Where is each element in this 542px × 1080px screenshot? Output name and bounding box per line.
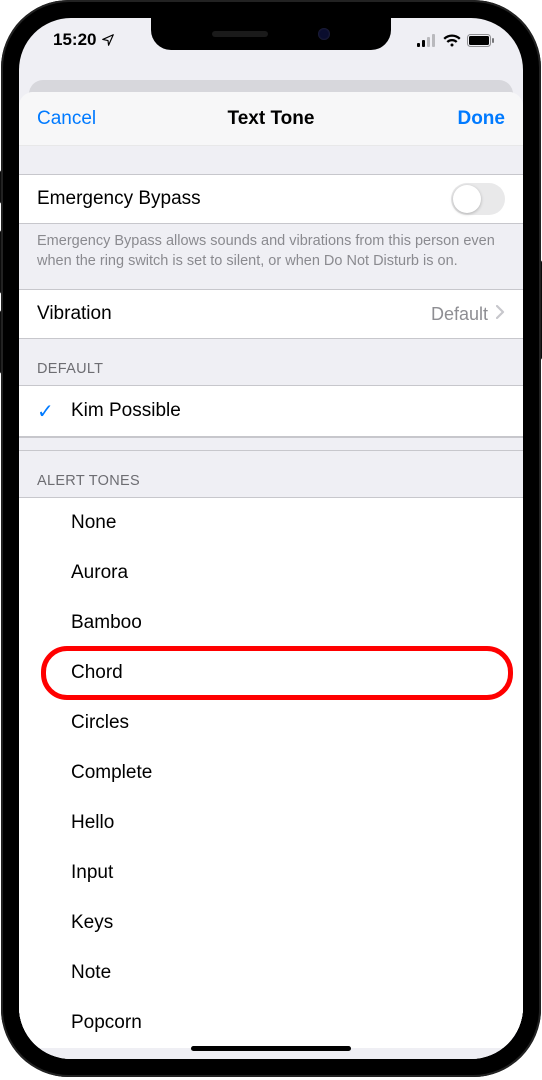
tone-row[interactable]: Popcorn bbox=[19, 998, 523, 1048]
cancel-button[interactable]: Cancel bbox=[37, 108, 127, 130]
content-scroll[interactable]: Emergency Bypass Emergency Bypass allows… bbox=[19, 146, 523, 1059]
section-spacer bbox=[19, 437, 523, 451]
alert-tones-section-header: ALERT TONES bbox=[19, 451, 523, 497]
tone-label: Hello bbox=[71, 812, 523, 834]
alert-tone-list: None Aurora Bamboo Chord Circles Complete Hell… bbox=[19, 497, 523, 1048]
vibration-label: Vibration bbox=[37, 303, 431, 325]
tone-row[interactable]: Keys bbox=[19, 898, 523, 948]
tone-label: Bamboo bbox=[71, 612, 523, 634]
tone-row[interactable]: ✓ Kim Possible bbox=[19, 386, 523, 436]
vibration-group: Vibration Default bbox=[19, 289, 523, 339]
tone-row[interactable]: Circles bbox=[19, 698, 523, 748]
navigation-bar: Cancel Text Tone Done bbox=[19, 92, 523, 146]
tone-label: Popcorn bbox=[71, 1012, 523, 1034]
tone-row[interactable]: Aurora bbox=[19, 548, 523, 598]
speaker-grille bbox=[212, 31, 268, 37]
vibration-value: Default bbox=[431, 304, 488, 325]
screen: 15:20 Cancel Text Tone bbox=[19, 18, 523, 1059]
page-title: Text Tone bbox=[228, 108, 315, 130]
emergency-bypass-toggle[interactable] bbox=[451, 183, 505, 215]
tone-row[interactable]: None bbox=[19, 498, 523, 548]
modal-sheet: Cancel Text Tone Done Emergency Bypass E… bbox=[19, 92, 523, 1059]
tone-row[interactable]: Hello bbox=[19, 798, 523, 848]
silence-switch bbox=[0, 170, 1, 204]
volume-down-button bbox=[0, 310, 1, 374]
emergency-bypass-footer: Emergency Bypass allows sounds and vibra… bbox=[19, 224, 523, 289]
tone-label: Circles bbox=[71, 712, 523, 734]
tone-label: Aurora bbox=[71, 562, 523, 584]
volume-up-button bbox=[0, 230, 1, 294]
tone-row[interactable]: Note bbox=[19, 948, 523, 998]
status-time: 15:20 bbox=[53, 30, 96, 50]
notch bbox=[151, 18, 391, 50]
battery-icon bbox=[467, 34, 495, 47]
tone-label: Keys bbox=[71, 912, 523, 934]
default-tone-list: ✓ Kim Possible bbox=[19, 385, 523, 437]
tone-row[interactable]: Input bbox=[19, 848, 523, 898]
home-indicator[interactable] bbox=[191, 1046, 351, 1051]
wifi-icon bbox=[443, 34, 461, 47]
tone-label: Kim Possible bbox=[71, 400, 523, 422]
vibration-row[interactable]: Vibration Default bbox=[19, 290, 523, 338]
done-button[interactable]: Done bbox=[415, 108, 505, 130]
tone-label: Complete bbox=[71, 762, 523, 784]
emergency-bypass-group: Emergency Bypass bbox=[19, 174, 523, 224]
default-section-header: DEFAULT bbox=[19, 339, 523, 385]
checkmark-slot: ✓ bbox=[37, 399, 71, 424]
tone-label: None bbox=[71, 512, 523, 534]
front-camera bbox=[318, 28, 330, 40]
tone-row[interactable]: Chord bbox=[19, 648, 523, 698]
tone-label: Input bbox=[71, 862, 523, 884]
emergency-bypass-row[interactable]: Emergency Bypass bbox=[19, 175, 523, 223]
phone-frame: 15:20 Cancel Text Tone bbox=[1, 0, 541, 1077]
location-icon bbox=[101, 33, 115, 47]
tone-label: Note bbox=[71, 962, 523, 984]
tone-row[interactable]: Bamboo bbox=[19, 598, 523, 648]
emergency-bypass-label: Emergency Bypass bbox=[37, 188, 451, 210]
cellular-signal-icon bbox=[417, 34, 437, 47]
checkmark-icon: ✓ bbox=[37, 399, 54, 424]
tone-label: Chord bbox=[71, 662, 523, 684]
chevron-right-icon bbox=[496, 303, 505, 325]
tone-row[interactable]: Complete bbox=[19, 748, 523, 798]
